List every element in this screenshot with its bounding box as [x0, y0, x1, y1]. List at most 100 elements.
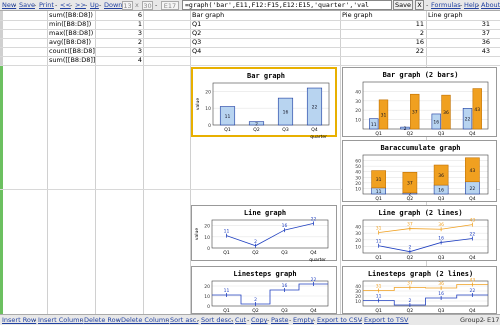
data-label: 11	[225, 114, 231, 120]
data-label: 16	[438, 291, 444, 297]
paste-link[interactable]: Paste	[271, 316, 289, 325]
data-label: 2	[254, 239, 257, 245]
line-graph-chart[interactable]: Line graph 0 10 20 value quarter Q1 Q2 Q3 Q4 11 2 16…	[191, 205, 337, 262]
separator: -	[460, 1, 463, 9]
line-value-cell[interactable]: 43	[428, 47, 490, 56]
insert-column-link[interactable]: Insert Column	[38, 316, 84, 325]
delete-row-link[interactable]: Delete Row	[84, 316, 121, 325]
separator: -	[34, 316, 37, 324]
x-tick-label: Q4	[311, 127, 318, 133]
pie-value-cell[interactable]: 16	[342, 38, 424, 47]
column-header-pie-graph[interactable]: Pie graph	[342, 11, 422, 20]
formula-cell[interactable]: sum([[B8:D8]])	[49, 56, 95, 65]
line-value-cell[interactable]: 37	[428, 29, 490, 38]
data-label: 36	[438, 222, 444, 228]
data-label: 37	[407, 181, 413, 187]
quarter-cell[interactable]: Q2	[192, 29, 232, 38]
cols-box[interactable]: 30	[142, 1, 153, 10]
linesteps-graph-2-lines-chart[interactable]: Linesteps graph (2 lines) 10 20 30 40 Q1 Q2 Q3 Q…	[342, 266, 497, 314]
y-tick-label: 40	[355, 225, 361, 231]
export-tsv-link[interactable]: Export to TSV	[364, 316, 408, 325]
formula-cell[interactable]: sum([B8:D8])	[49, 11, 95, 20]
insert-row-link[interactable]: Insert Row	[2, 316, 36, 325]
formula-cell[interactable]: min([B8:D8])	[49, 20, 95, 29]
separator: -	[55, 1, 58, 9]
quarter-cell[interactable]: Q4	[192, 47, 232, 56]
y-tick-label: 10	[355, 118, 361, 124]
value-cell[interactable]: 6	[96, 11, 142, 20]
y-tick-label: 10	[355, 244, 361, 250]
x-tick-label: Q1	[223, 250, 230, 256]
bar-graph-chart[interactable]: Bar graph 0 10 20 value quarter Q1 Q2 Q3 Q4 11 2 16 2…	[191, 67, 337, 139]
x-axis-label: quarter	[310, 134, 327, 139]
copy-link[interactable]: Copy	[251, 316, 268, 325]
cut-link[interactable]: Cut	[235, 316, 246, 325]
separator: -	[80, 316, 83, 324]
formula-input[interactable]: =graph('bar',E11,F12:F15,E12:E15,'quarte…	[182, 0, 392, 10]
bar-graph-2-bars-chart[interactable]: Bar graph (2 bars) 10 20 30 40 Q1 Q2 Q3 Q4 11 2 16 2…	[342, 67, 497, 137]
pie-value-cell[interactable]: 11	[342, 20, 424, 29]
line-value-cell[interactable]: 36	[428, 38, 490, 47]
down-link[interactable]: Down	[104, 1, 122, 10]
sort-asc-link[interactable]: Sort asc.	[170, 316, 198, 325]
x-tick-label: Q3	[281, 250, 288, 256]
save-button[interactable]: Save	[393, 0, 413, 10]
separator: -	[34, 1, 37, 9]
data-label: 37	[407, 222, 413, 228]
empty-link[interactable]: Empty	[293, 316, 314, 325]
formula-cell[interactable]: avg([B8:D8])	[49, 38, 95, 47]
value-cell[interactable]: 3	[96, 29, 142, 38]
separator: -	[197, 316, 200, 324]
print-link[interactable]: Print	[39, 1, 54, 10]
y-tick-label: 30	[355, 231, 361, 237]
cancel-button[interactable]: X	[415, 0, 424, 10]
formula-cell[interactable]: max([B8:D8])	[49, 29, 95, 38]
separator: -	[313, 316, 316, 324]
separator: -	[85, 1, 88, 9]
data-label: 2	[408, 245, 411, 251]
up-link[interactable]: Up	[90, 1, 99, 10]
data-label: 2	[254, 297, 257, 303]
separator: -	[99, 1, 102, 9]
quarter-cell[interactable]: Q3	[192, 38, 232, 47]
separator: -	[70, 1, 73, 9]
x-tick-label: Q3	[438, 255, 445, 261]
value-cell[interactable]: 1	[96, 20, 142, 29]
column-header-line-graph[interactable]: Line graph	[428, 11, 498, 20]
separator: -	[267, 316, 270, 324]
separator: -	[360, 316, 363, 324]
quarter-cell[interactable]: Q1	[192, 20, 232, 29]
data-label: 16	[438, 235, 444, 241]
sort-desc-link[interactable]: Sort desc.	[201, 316, 234, 325]
data-label: 11	[224, 229, 230, 235]
formula-cell[interactable]: count([B8:D8])	[49, 47, 95, 56]
line-graph-2-lines-chart[interactable]: Line graph (2 lines) 10 20 30 40 Q1 Q2 Q3 Q4 11 2 1…	[342, 205, 497, 261]
separator: -	[426, 1, 429, 9]
data-label: 31	[381, 112, 387, 118]
column-header-bar-graph[interactable]: Bar graph	[192, 11, 272, 20]
about-link[interactable]: About	[481, 1, 500, 10]
export-csv-link[interactable]: Export to CSV	[317, 316, 362, 325]
top-toolbar: New - Save - Print - << - >> - Up - Down…	[0, 0, 500, 11]
separator: -	[477, 1, 480, 9]
bottom-toolbar: Insert Row - Insert Column - Delete Row …	[0, 314, 500, 325]
formulas-link[interactable]: Formulas	[431, 1, 461, 10]
value-cell[interactable]: 4	[96, 56, 142, 65]
y-tick-label: 10	[205, 106, 211, 112]
rows-box[interactable]: 13	[122, 1, 133, 10]
value-cell[interactable]: 2	[96, 38, 142, 47]
save-link[interactable]: Save	[19, 1, 35, 10]
delete-column-link[interactable]: Delete Column	[121, 316, 169, 325]
x-tick-label: Q4	[469, 255, 476, 261]
data-label: 16	[282, 223, 288, 229]
pie-value-cell[interactable]: 22	[342, 47, 424, 56]
pie-value-cell[interactable]: 2	[342, 29, 424, 38]
baraccumulate-graph-chart[interactable]: Baraccumulate graph 10 20 30 40 50 60 Q1 Q2 Q3 Q4 1…	[342, 140, 497, 202]
cell-ref-box[interactable]: E17	[161, 1, 179, 10]
line-value-cell[interactable]: 31	[428, 20, 490, 29]
data-label: 22	[470, 186, 476, 192]
x-tick-label: Q1	[375, 131, 382, 137]
current-cell-label: E17	[487, 316, 500, 324]
value-cell[interactable]: 3	[96, 47, 142, 56]
linesteps-graph-chart[interactable]: Linesteps graph 0 10 20 Q1 Q2 Q3 Q4 11 2 16 22	[191, 266, 337, 314]
